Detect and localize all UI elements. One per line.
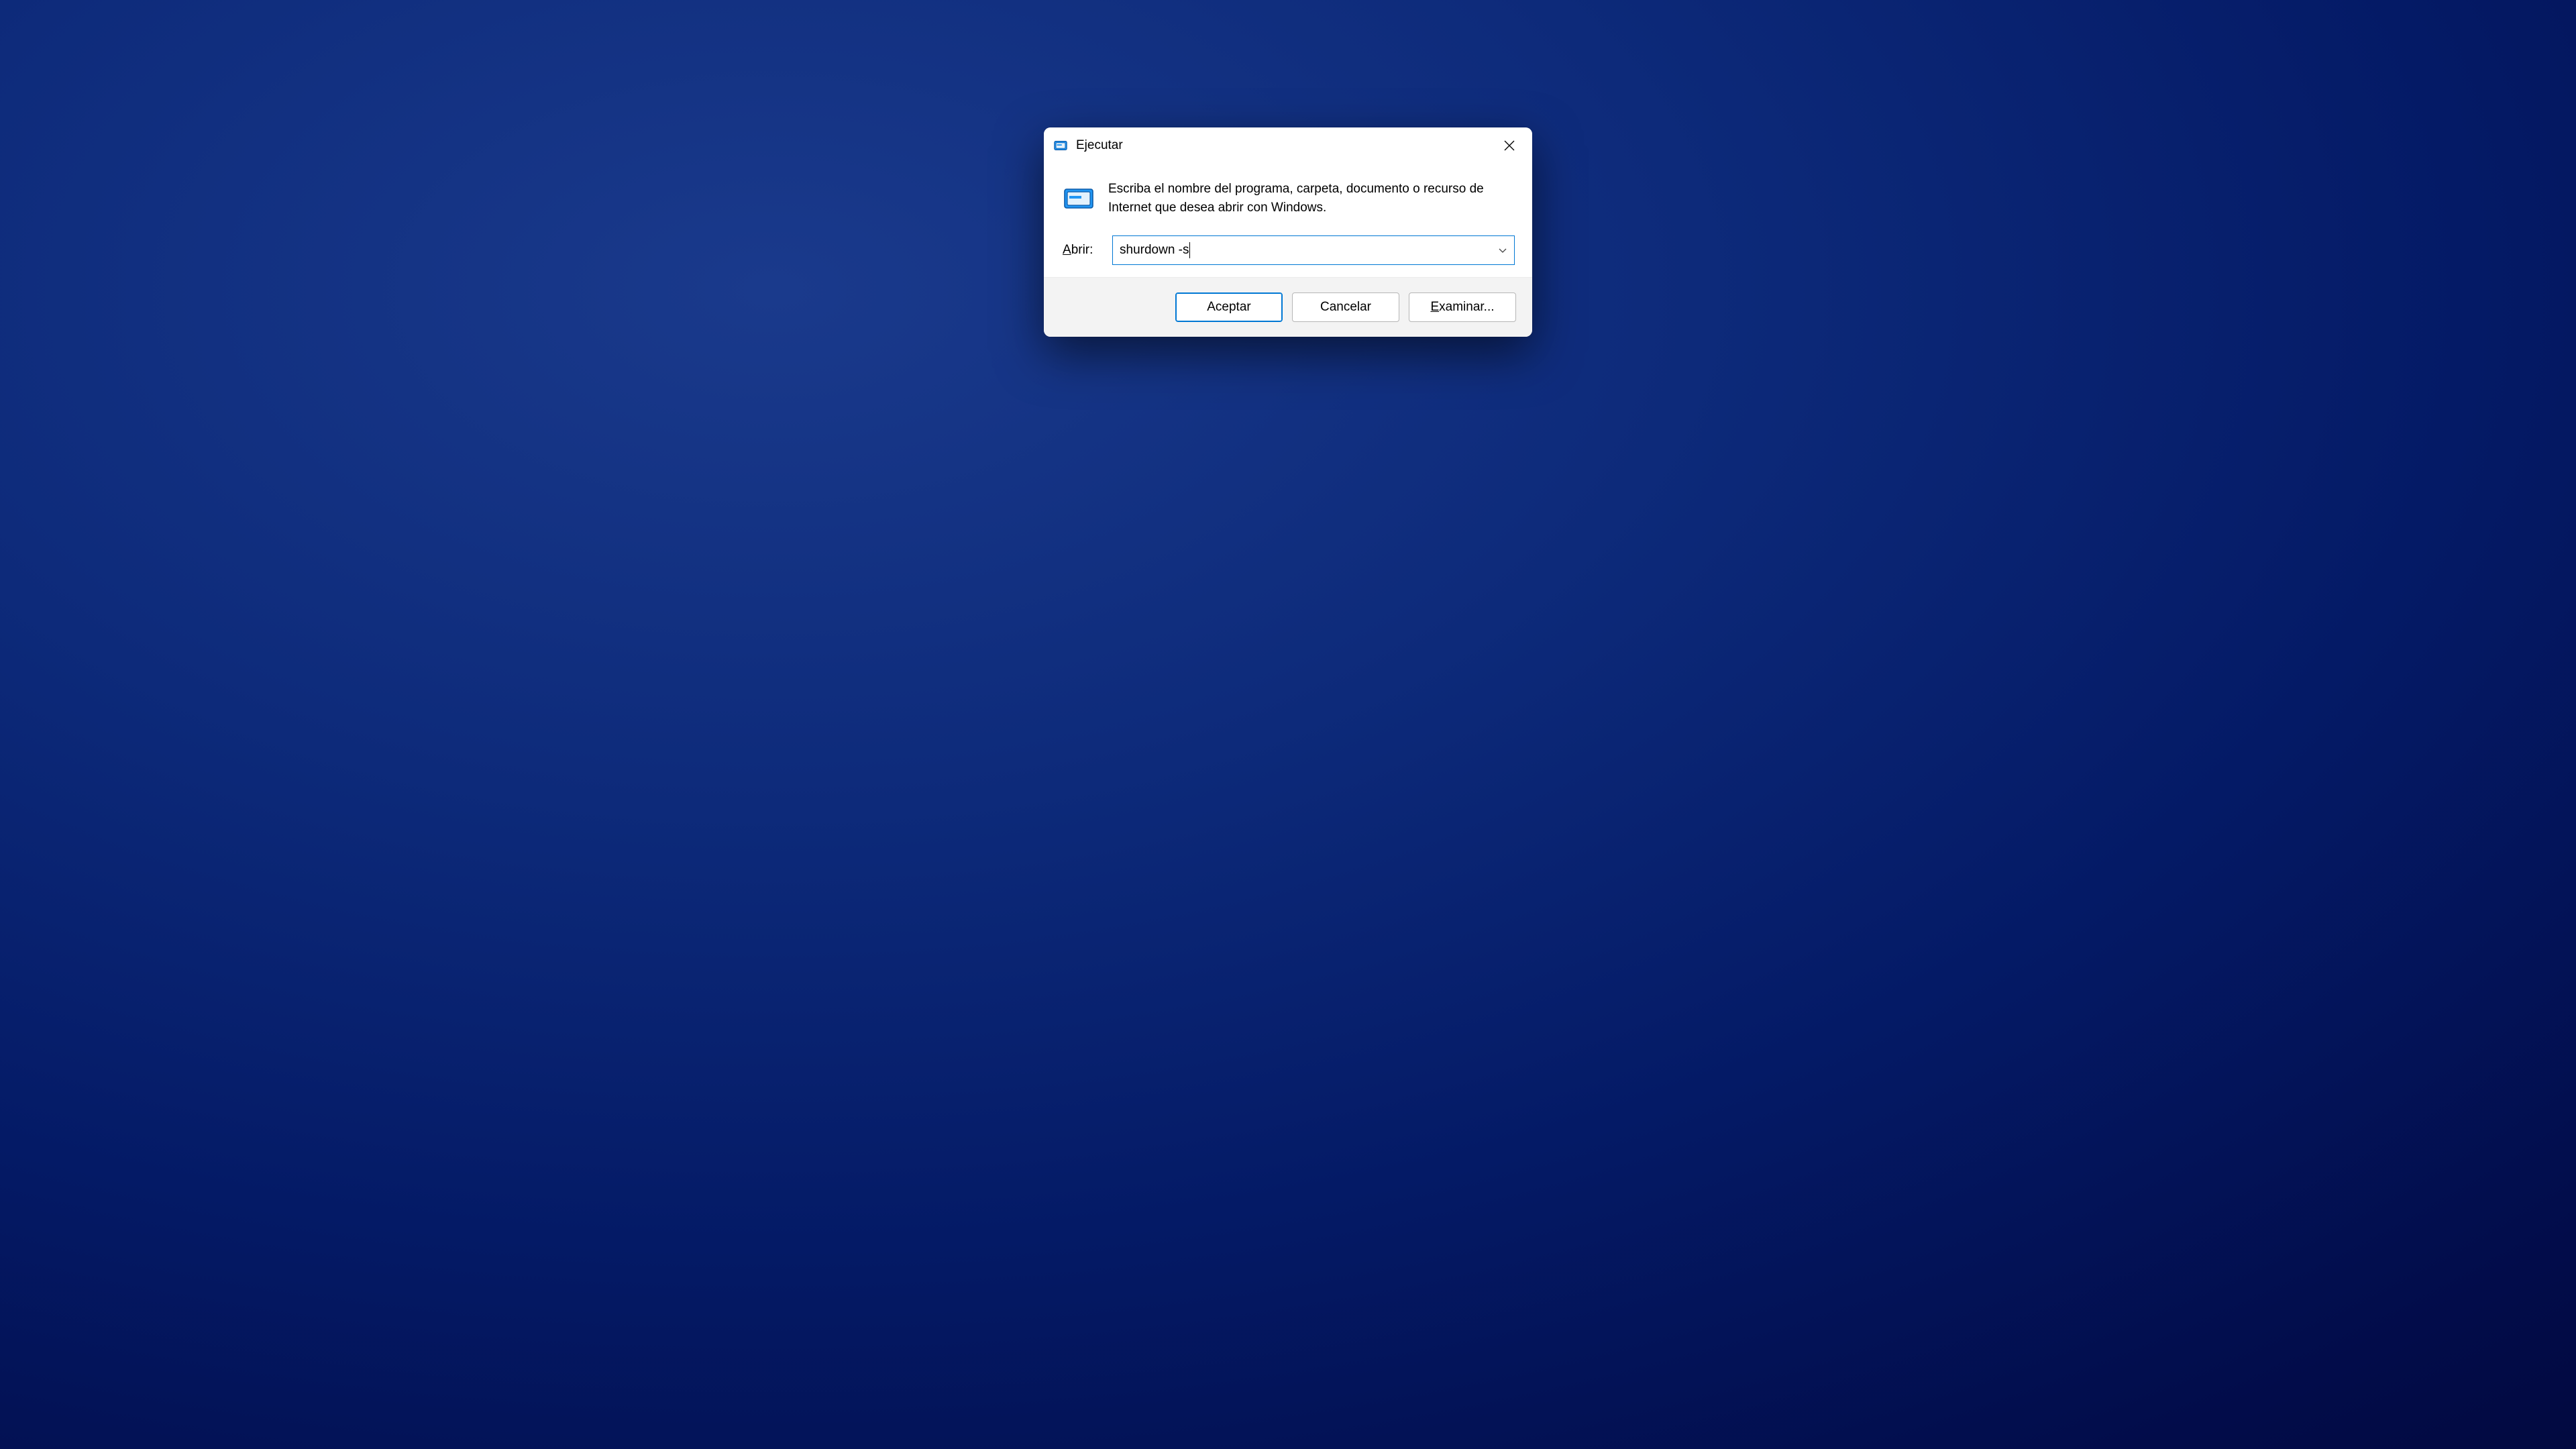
- chevron-down-icon: [1498, 246, 1507, 255]
- close-button[interactable]: [1492, 131, 1527, 160]
- cancel-button[interactable]: Cancelar: [1292, 292, 1399, 322]
- run-dialog: Ejecutar Escriba el nombre del programa,…: [1044, 127, 1532, 337]
- ok-button[interactable]: Aceptar: [1175, 292, 1283, 322]
- dialog-description: Escriba el nombre del programa, carpeta,…: [1108, 180, 1515, 217]
- titlebar[interactable]: Ejecutar: [1044, 127, 1532, 164]
- open-input[interactable]: [1113, 236, 1491, 264]
- open-label: Abrir:: [1061, 243, 1099, 258]
- dialog-footer: Aceptar Cancelar Examinar...: [1044, 277, 1532, 337]
- dialog-title: Ejecutar: [1076, 138, 1123, 153]
- run-icon: [1053, 138, 1068, 153]
- run-icon-large: [1063, 182, 1095, 215]
- combobox-dropdown-button[interactable]: [1491, 236, 1514, 264]
- close-icon: [1504, 140, 1515, 151]
- browse-button[interactable]: Examinar...: [1409, 292, 1516, 322]
- open-combobox[interactable]: [1112, 235, 1515, 265]
